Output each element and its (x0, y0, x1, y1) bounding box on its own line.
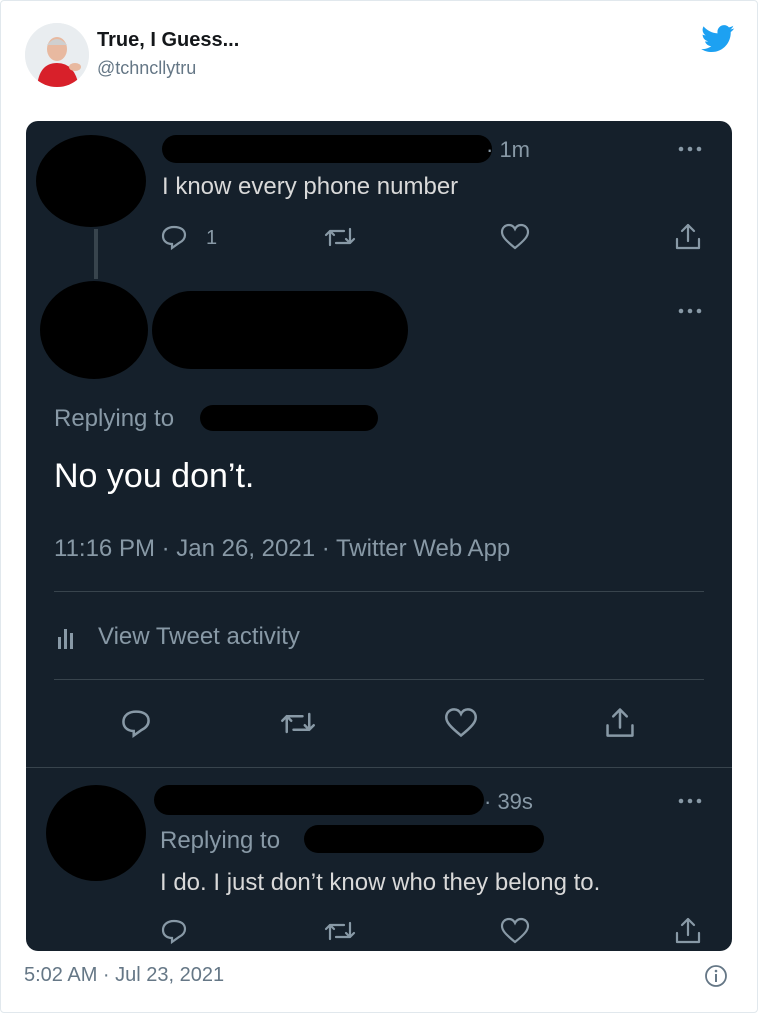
redacted-avatar (46, 785, 146, 881)
like-icon[interactable] (444, 707, 478, 739)
more-options-icon[interactable] (676, 301, 704, 321)
retweet-icon[interactable] (324, 223, 356, 251)
tweet-text: I know every phone number (162, 173, 459, 200)
main-tweet-text: No you don’t. (54, 457, 255, 495)
replying-to-label: Replying to (160, 827, 281, 854)
replying-to-label: Replying to (54, 405, 175, 432)
reply-tweet-text: I do. I just don’t know who they belong … (160, 869, 601, 896)
more-options-icon[interactable] (676, 791, 704, 811)
tweet-time: · 39s (484, 789, 533, 814)
redacted-mention[interactable] (304, 825, 544, 853)
like-icon[interactable] (500, 917, 530, 945)
redacted-mention[interactable] (200, 405, 378, 431)
share-icon[interactable] (604, 705, 636, 739)
activity-icon (56, 625, 76, 649)
redacted-username (154, 785, 484, 815)
retweet-icon[interactable] (324, 917, 356, 945)
divider (26, 767, 732, 768)
twitter-bird-icon[interactable] (701, 25, 735, 53)
reply-count: 1 (206, 227, 218, 249)
divider (54, 591, 704, 592)
author-name[interactable]: True, I Guess... (97, 29, 239, 52)
reply-icon[interactable] (120, 707, 152, 739)
tweet-meta: 11:16 PM · Jan 26, 2021 · Twitter Web Ap… (54, 535, 511, 562)
retweet-icon[interactable] (280, 707, 316, 739)
redacted-avatar (40, 281, 148, 379)
reply-icon[interactable] (160, 223, 188, 251)
divider (54, 679, 704, 680)
redacted-username (162, 135, 492, 163)
more-options-icon[interactable] (676, 139, 704, 159)
info-icon[interactable] (704, 964, 728, 988)
author-avatar[interactable] (25, 23, 89, 87)
share-icon[interactable] (674, 915, 702, 945)
tweet-time: · 1m (486, 137, 530, 162)
view-tweet-activity[interactable]: View Tweet activity (98, 623, 300, 651)
dark-mode-screenshot: · 1m I know every phone number 1 Replyin… (26, 121, 732, 951)
share-icon[interactable] (674, 221, 702, 251)
thread-line (94, 229, 98, 279)
like-icon[interactable] (500, 223, 530, 251)
embed-timestamp[interactable]: 5:02 AM · Jul 23, 2021 (24, 964, 224, 987)
reply-icon[interactable] (160, 917, 188, 945)
redacted-avatar (36, 135, 146, 227)
redacted-name (152, 291, 408, 369)
author-handle[interactable]: @tchncllytru (97, 58, 196, 79)
